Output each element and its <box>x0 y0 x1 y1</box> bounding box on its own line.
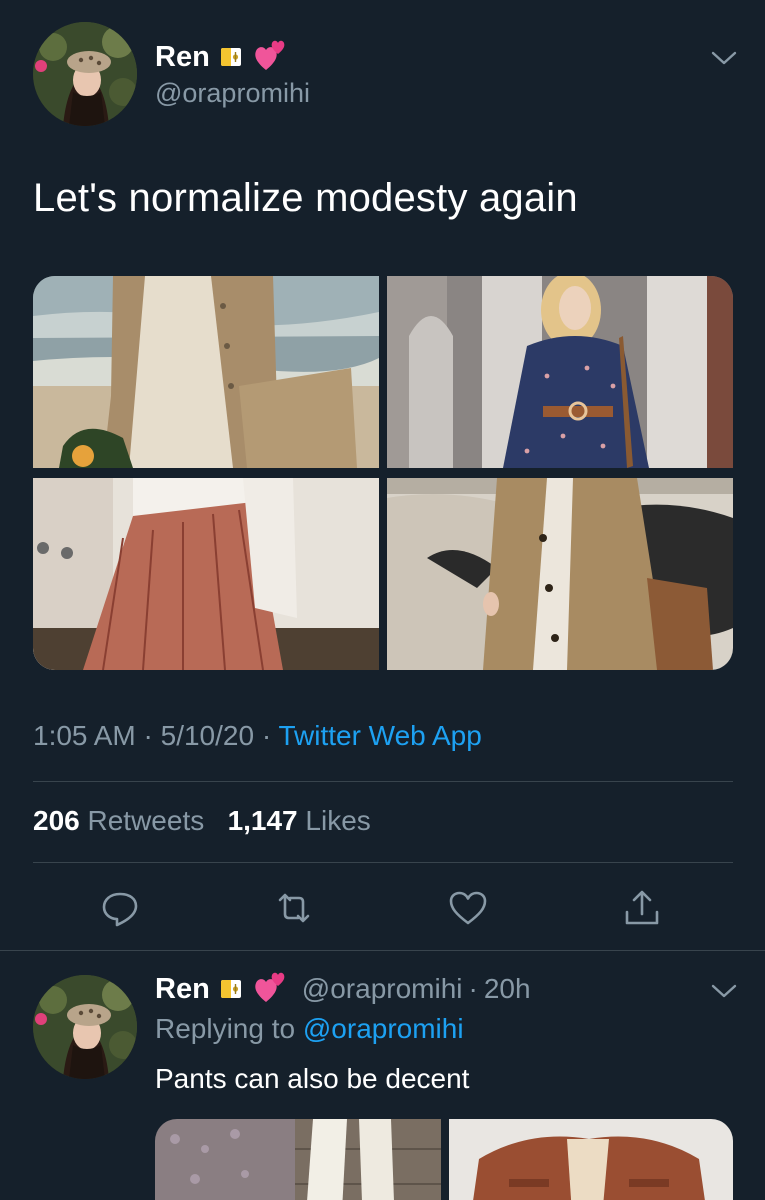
retweet-button[interactable] <box>272 880 316 936</box>
likes-label: Likes <box>305 805 371 836</box>
meta-separator: · <box>468 973 478 1004</box>
reply-media-grid <box>155 1119 733 1200</box>
tweet-relative-time[interactable]: 20h <box>484 973 531 1005</box>
share-icon <box>625 890 659 925</box>
author-name-row[interactable]: Ren <box>155 38 288 76</box>
media-grid <box>33 276 733 670</box>
tweet-timestamp-line: 1:05 AM · 5/10/20 · Twitter Web App <box>33 720 482 752</box>
avatar[interactable] <box>33 22 137 126</box>
chevron-down-icon[interactable] <box>710 977 738 1005</box>
two-hearts-emoji-icon <box>254 970 288 1004</box>
meta-separator: · <box>261 720 272 751</box>
tweet-photo-floral-skirt[interactable] <box>33 478 379 670</box>
divider <box>33 781 733 782</box>
tweet-photo-beige-dress[interactable] <box>33 276 379 468</box>
reply-tweet[interactable]: Ren @orapromihi · 20h Replying to @orapr… <box>0 951 765 1200</box>
author-handle[interactable]: @orapromihi <box>155 78 310 109</box>
share-button[interactable] <box>620 880 664 936</box>
divider <box>33 862 733 863</box>
chevron-down-icon[interactable] <box>710 44 738 72</box>
retweet-icon <box>278 893 310 923</box>
reply-tweet-text: Pants can also be decent <box>155 1063 470 1094</box>
reply-author-row: Ren @orapromihi · 20h <box>155 969 531 1009</box>
tweet-time[interactable]: 1:05 AM <box>33 720 136 751</box>
likes-count: 1,147 <box>227 805 298 836</box>
vatican-flag-icon <box>220 46 242 68</box>
like-heart-icon <box>449 891 487 925</box>
meta-separator: · <box>143 720 153 751</box>
tweet-photo-camel-coat[interactable] <box>387 478 733 670</box>
display-name[interactable]: Ren <box>155 41 210 74</box>
reply-icon <box>102 892 138 927</box>
retweets-count: 206 <box>33 805 80 836</box>
retweets-stat[interactable]: 206 Retweets <box>33 805 212 836</box>
display-name[interactable]: Ren <box>155 973 210 1006</box>
main-tweet: Ren @orapromihi Let's normalize modesty … <box>0 0 765 950</box>
vatican-flag-icon <box>220 978 242 1000</box>
tweet-source-link[interactable]: Twitter Web App <box>278 720 481 751</box>
like-button[interactable] <box>446 880 490 936</box>
replying-to-line: Replying to @orapromihi <box>155 1013 464 1045</box>
two-hearts-emoji-icon <box>254 38 288 72</box>
reply-button[interactable] <box>98 880 142 936</box>
tweet-text: Let's normalize modesty again <box>33 176 578 220</box>
replying-to-label: Replying to <box>155 1013 296 1044</box>
tweet-photo-navy-floral-dress[interactable] <box>387 276 733 468</box>
reply-photo-rust-jacket[interactable] <box>449 1119 733 1200</box>
retweets-label: Retweets <box>87 805 205 836</box>
tweet-date[interactable]: 5/10/20 <box>161 720 254 751</box>
replying-to-mention[interactable]: @orapromihi <box>303 1013 464 1044</box>
reply-photo-white-pants[interactable] <box>155 1119 441 1200</box>
likes-stat[interactable]: 1,147 Likes <box>228 805 371 836</box>
tweet-action-bar <box>0 880 765 936</box>
tweet-stats: 206 Retweets 1,147 Likes <box>33 805 371 837</box>
avatar[interactable] <box>33 975 137 1079</box>
author-handle[interactable]: @orapromihi <box>302 973 463 1005</box>
